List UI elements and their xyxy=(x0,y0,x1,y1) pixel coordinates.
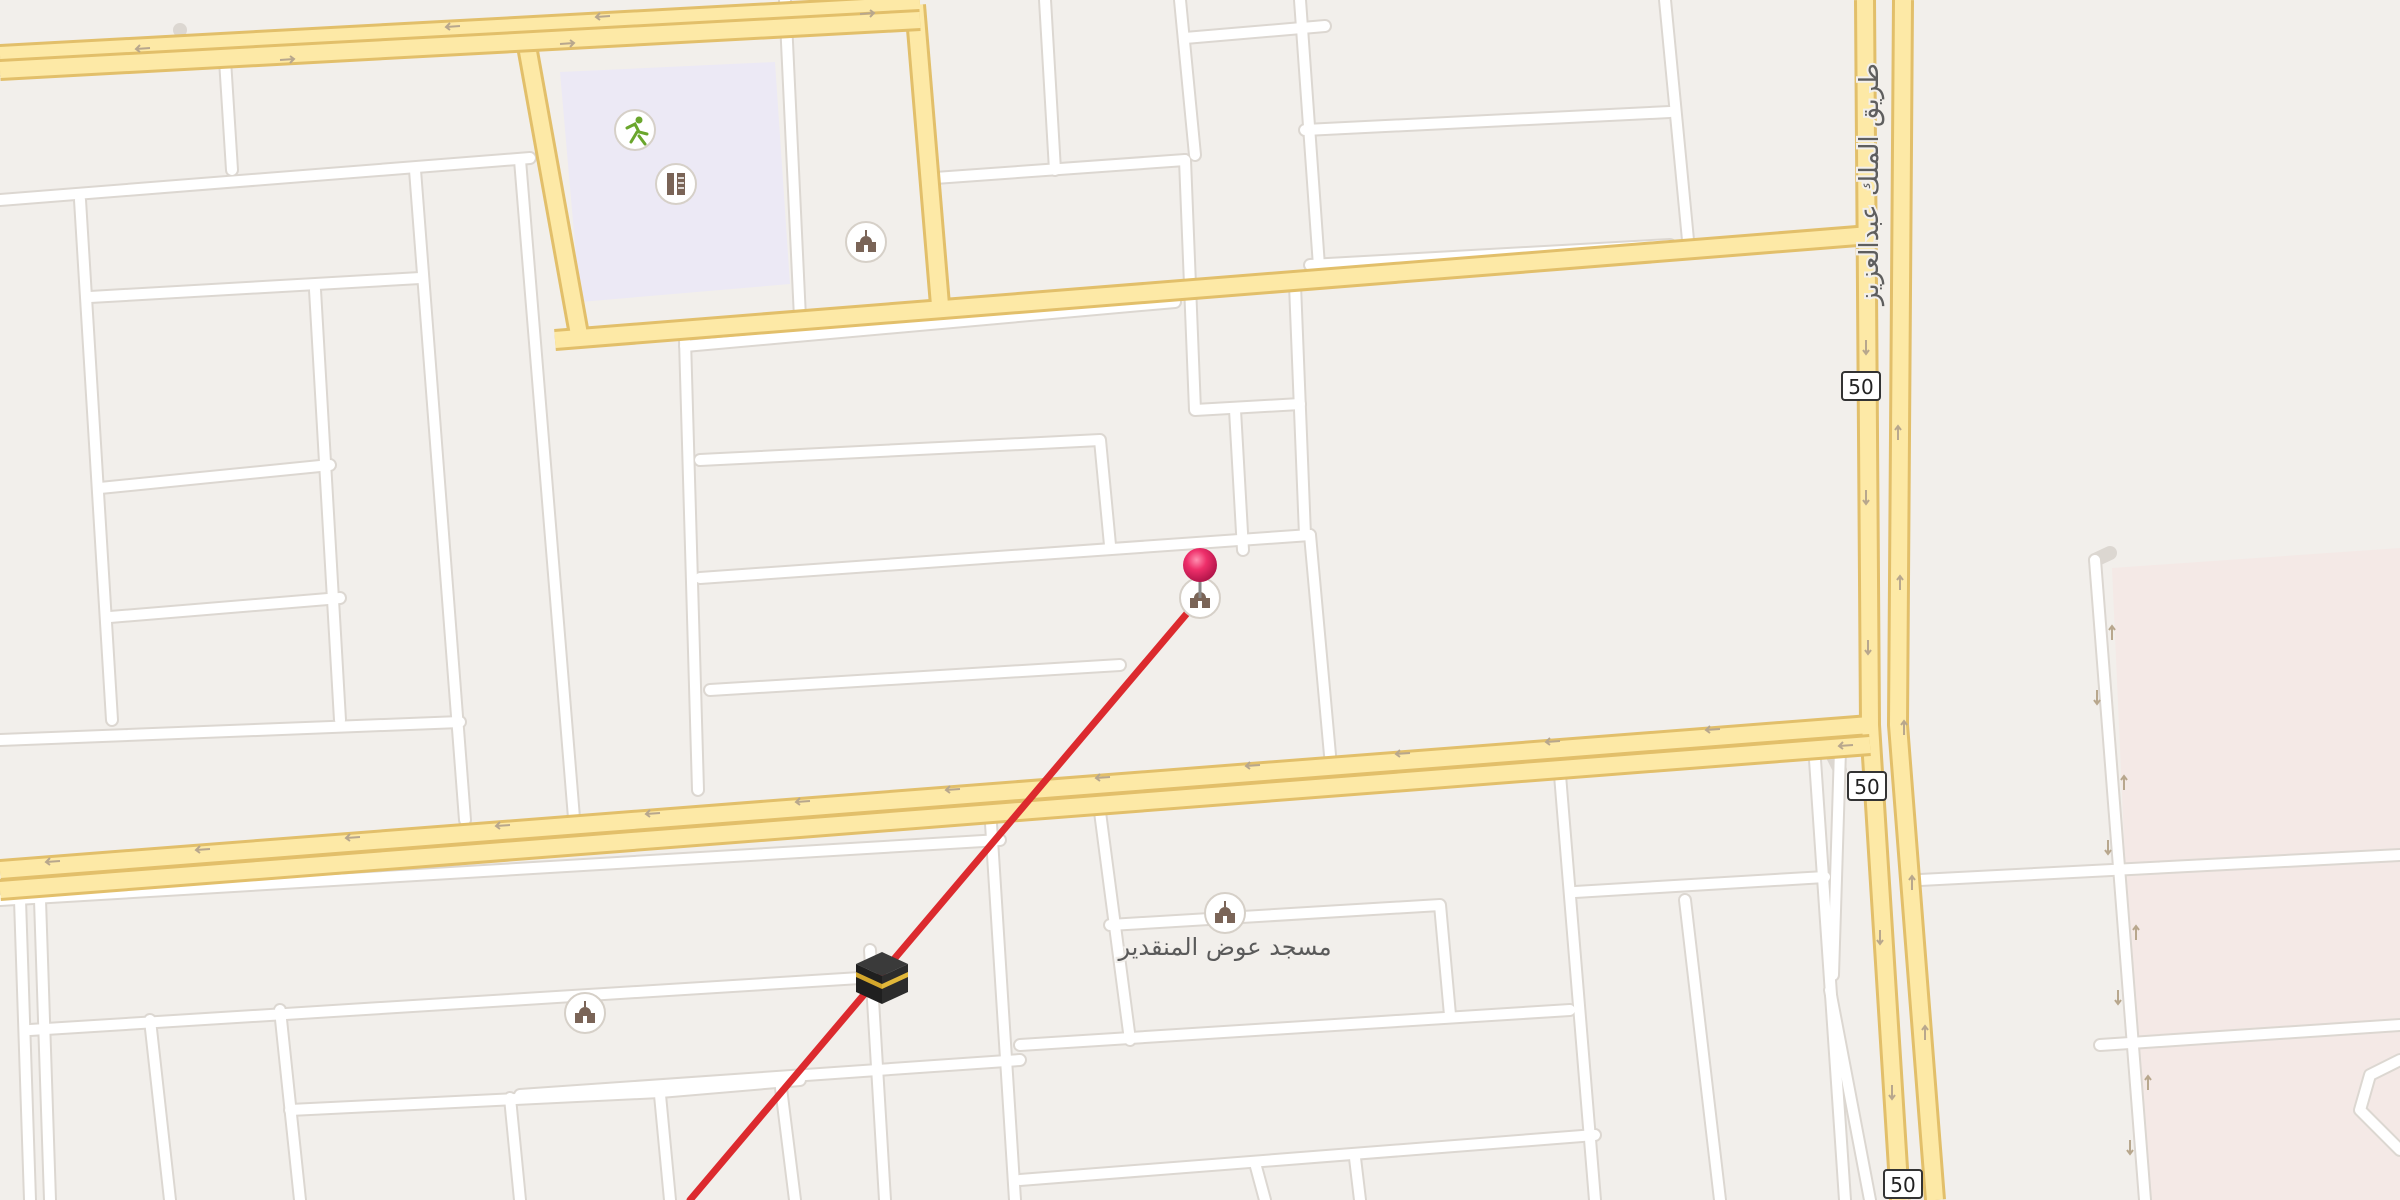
mosque-icon[interactable] xyxy=(845,221,887,263)
school-icon[interactable] xyxy=(655,163,697,205)
road-shield-50: 50 xyxy=(1883,1169,1923,1199)
road-shield-50: 50 xyxy=(1841,371,1881,401)
mosque-icon[interactable] xyxy=(564,992,606,1034)
mosque-icon[interactable] xyxy=(1204,892,1246,934)
road-shield-label: 50 xyxy=(1848,375,1873,399)
map-view[interactable]: طريق الملك عبدالعزيز 50 50 50 مسجد عوض ا… xyxy=(0,0,2400,1200)
road-shield-label: 50 xyxy=(1890,1173,1915,1197)
road-shield-50: 50 xyxy=(1847,771,1887,801)
sports-icon[interactable] xyxy=(614,109,656,151)
mosque-label: مسجد عوض المنقدير xyxy=(1117,933,1331,961)
street-label: طريق الملك عبدالعزيز xyxy=(1855,63,1885,307)
map-canvas[interactable]: طريق الملك عبدالعزيز 50 50 50 مسجد عوض ا… xyxy=(0,0,2400,1200)
road-shield-label: 50 xyxy=(1854,775,1879,799)
